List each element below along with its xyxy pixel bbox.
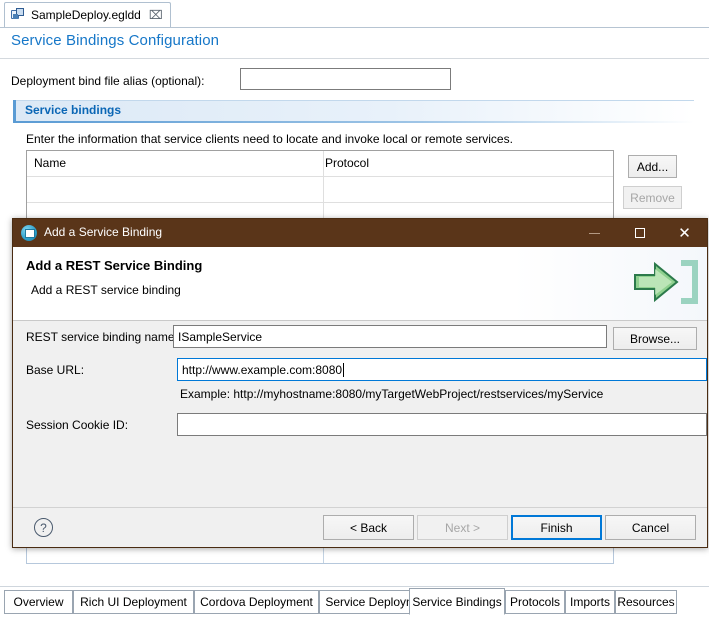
- rest-service-binding-name-input[interactable]: ISampleService: [173, 325, 607, 348]
- tab-imports[interactable]: Imports: [565, 590, 615, 614]
- tab-overview[interactable]: Overview: [4, 590, 73, 614]
- form-header: Service Bindings Configuration: [0, 28, 709, 59]
- dialog-app-icon: [21, 225, 37, 241]
- tab-resources[interactable]: Resources: [615, 590, 677, 614]
- session-cookie-id-input[interactable]: [177, 413, 707, 436]
- form-page-tabs: Overview Rich UI Deployment Cordova Depl…: [0, 586, 709, 618]
- dialog-footer: ? < Back Next > Finish Cancel: [13, 507, 707, 547]
- service-bindings-section-header: Service bindings: [13, 100, 694, 123]
- field-label-base-url: Base URL:: [26, 363, 85, 377]
- dialog-heading: Add a REST Service Binding: [26, 258, 203, 273]
- close-icon[interactable]: ✕: [662, 219, 707, 247]
- text-caret: [343, 362, 345, 377]
- finish-button[interactable]: Finish: [511, 515, 602, 540]
- add-button[interactable]: Add...: [628, 155, 677, 178]
- alias-label: Deployment bind file alias (optional):: [11, 74, 205, 88]
- wizard-arrow-icon: [629, 251, 701, 313]
- minimize-icon[interactable]: [572, 219, 617, 247]
- dialog-body: REST service binding name: ISampleServic…: [13, 321, 707, 507]
- editor-tab-sampledeploy[interactable]: SampleDeploy.egldd ⌧: [4, 2, 171, 27]
- section-title: Service bindings: [25, 103, 122, 117]
- section-underline: [13, 121, 694, 123]
- editor-tab-label: SampleDeploy.egldd: [31, 8, 141, 22]
- base-url-example-hint: Example: http://myhostname:8080/myTarget…: [180, 387, 604, 401]
- binding-name-value: ISampleService: [178, 329, 263, 344]
- browse-button[interactable]: Browse...: [613, 327, 697, 350]
- page-title: Service Bindings Configuration: [11, 32, 220, 49]
- cancel-button[interactable]: Cancel: [605, 515, 696, 540]
- deployment-descriptor-icon: [11, 8, 26, 22]
- tab-cordova-deployment[interactable]: Cordova Deployment: [194, 590, 319, 614]
- next-button: Next >: [417, 515, 508, 540]
- column-header-protocol[interactable]: Protocol: [325, 156, 369, 170]
- maximize-icon[interactable]: [617, 219, 662, 247]
- help-icon[interactable]: ?: [34, 518, 53, 537]
- tab-service-bindings[interactable]: Service Bindings: [409, 588, 505, 615]
- editor-tab-strip: SampleDeploy.egldd ⌧: [0, 0, 709, 28]
- row-divider: [27, 202, 613, 203]
- field-label-session-cookie-id: Session Cookie ID:: [26, 418, 129, 432]
- field-label-binding-name: REST service binding name:: [26, 330, 178, 344]
- dialog-title-bar[interactable]: Add a Service Binding ✕: [13, 219, 707, 247]
- tab-rich-ui-deployment[interactable]: Rich UI Deployment: [73, 590, 194, 614]
- table-header-row: Name Protocol: [27, 151, 613, 177]
- alias-input[interactable]: [240, 68, 451, 90]
- add-service-binding-dialog[interactable]: Add a Service Binding ✕ Add a REST Servi…: [12, 218, 708, 548]
- back-button[interactable]: < Back: [323, 515, 414, 540]
- column-header-name[interactable]: Name: [34, 156, 66, 170]
- remove-button: Remove: [623, 186, 682, 209]
- dialog-subheading: Add a REST service binding: [31, 283, 181, 297]
- base-url-value: http://www.example.com:8080: [182, 362, 343, 377]
- dialog-title-text: Add a Service Binding: [44, 225, 163, 239]
- dialog-header-banner: Add a REST Service Binding Add a REST se…: [13, 247, 707, 321]
- section-description: Enter the information that service clien…: [26, 132, 513, 146]
- close-icon[interactable]: ⌧: [149, 9, 163, 21]
- base-url-input[interactable]: http://www.example.com:8080: [177, 358, 707, 381]
- tab-protocols[interactable]: Protocols: [505, 590, 565, 614]
